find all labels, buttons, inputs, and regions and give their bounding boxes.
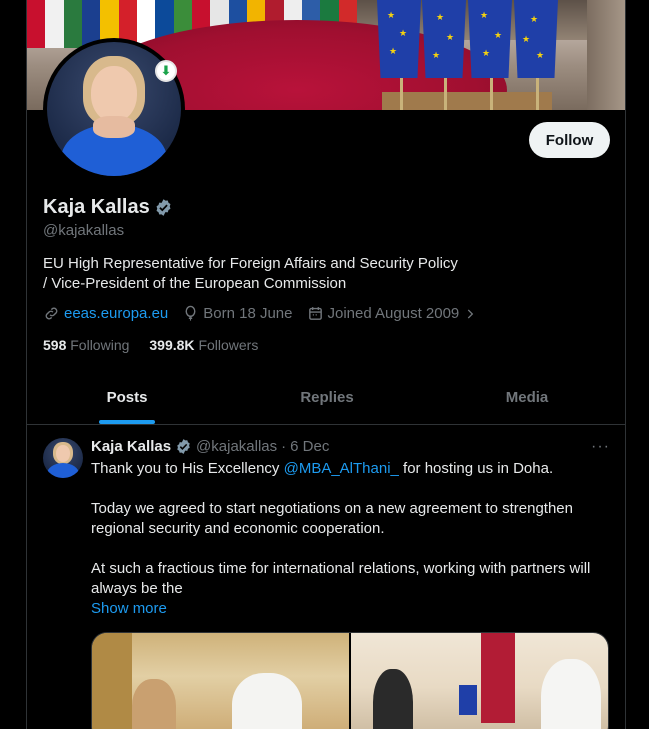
calendar-icon [308, 307, 322, 320]
followers-label: Followers [198, 337, 259, 353]
post-date[interactable]: 6 Dec [290, 438, 329, 455]
post-author-name[interactable]: Kaja Kallas [91, 438, 171, 455]
bio-text: EU High Representative for Foreign Affai… [43, 255, 458, 292]
post-avatar-face [56, 445, 70, 462]
profile-birthday: Born 18 June [182, 305, 293, 322]
post-photo[interactable] [351, 633, 608, 729]
following-count: 598 [43, 337, 67, 353]
profile-tabs: Posts Replies Media [27, 371, 625, 425]
more-options-icon[interactable]: ··· [591, 438, 610, 456]
following-link[interactable]: 598 Following [43, 337, 129, 353]
profile-joined[interactable]: Joined August 2009 [307, 305, 478, 322]
profile-name: Kaja Kallas [43, 196, 150, 218]
post-author-handle[interactable]: @kajakallas [196, 438, 277, 455]
post-photo[interactable] [92, 633, 349, 729]
tab-posts[interactable]: Posts [27, 371, 227, 424]
profile-bio: EU High Representative for Foreign Affai… [43, 254, 503, 294]
follow-button[interactable]: Follow [529, 122, 610, 158]
photo-eu-flag [459, 685, 477, 715]
post-text-start: Thank you to His Excellency [91, 460, 284, 477]
verified-badge-icon[interactable] [154, 198, 173, 217]
photo-person [541, 659, 601, 729]
joined-text: Joined August 2009 [327, 305, 460, 322]
tab-replies[interactable]: Replies [227, 371, 427, 424]
profile-stats: 598 Following 399.8K Followers [43, 337, 258, 353]
post-mention-link[interactable]: @MBA_AlThani_ [284, 460, 399, 477]
banner-flag-stand [382, 92, 552, 110]
photo-frame [92, 633, 132, 729]
post[interactable]: Kaja Kallas @kajakallas · 6 Dec ··· Than… [27, 426, 625, 729]
post-header: Kaja Kallas @kajakallas · 6 Dec [91, 438, 329, 455]
website-link[interactable]: eeas.europa.eu [64, 305, 168, 322]
link-icon [45, 307, 58, 320]
download-arrow-icon: ⬇ [155, 60, 177, 82]
verified-badge-icon[interactable] [175, 438, 192, 455]
photo-person [132, 679, 176, 729]
profile-handle: @kajakallas [43, 222, 125, 239]
profile-name-row: Kaja Kallas [43, 196, 173, 219]
profile-website[interactable]: eeas.europa.eu [43, 305, 168, 322]
followers-count: 399.8K [149, 337, 195, 353]
banner-wall [587, 0, 625, 110]
balloon-icon [185, 305, 196, 321]
profile-column: ★ ★ ★ ★ ★ ★ ★ ★ ★ ★ ★ ★ ⬇ Follow Kaja Kallas @ka… [26, 0, 626, 729]
post-media[interactable] [91, 632, 609, 729]
post-author-avatar[interactable] [43, 438, 83, 478]
followers-link[interactable]: 399.8K Followers [149, 337, 258, 353]
post-separator: · [281, 438, 287, 455]
following-label: Following [70, 337, 130, 353]
photo-qatar-flag [481, 633, 515, 723]
photo-person [373, 669, 413, 729]
post-text: Thank you to His Excellency @MBA_AlThani… [91, 459, 611, 599]
avatar-hands [93, 116, 135, 138]
birthday-text: Born 18 June [203, 305, 293, 322]
tab-media[interactable]: Media [427, 371, 625, 424]
photo-person [232, 673, 302, 729]
banner-eu-flag: ★ ★ ★ [514, 0, 558, 78]
profile-avatar[interactable]: ⬇ [43, 38, 185, 180]
banner-eu-flag: ★ ★ ★ [468, 0, 512, 78]
chevron-right-icon [468, 308, 474, 319]
banner-eu-flag: ★ ★ ★ [377, 0, 421, 78]
avatar-face [91, 66, 137, 122]
post-avatar-body [47, 463, 79, 478]
show-more-link[interactable]: Show more [91, 600, 167, 617]
profile-meta: eeas.europa.eu Born 18 June Joined Augus… [43, 305, 491, 322]
post-text-rest: for hosting us in Doha. Today we agreed … [91, 460, 591, 597]
banner-eu-flag: ★ ★ ★ [422, 0, 466, 78]
